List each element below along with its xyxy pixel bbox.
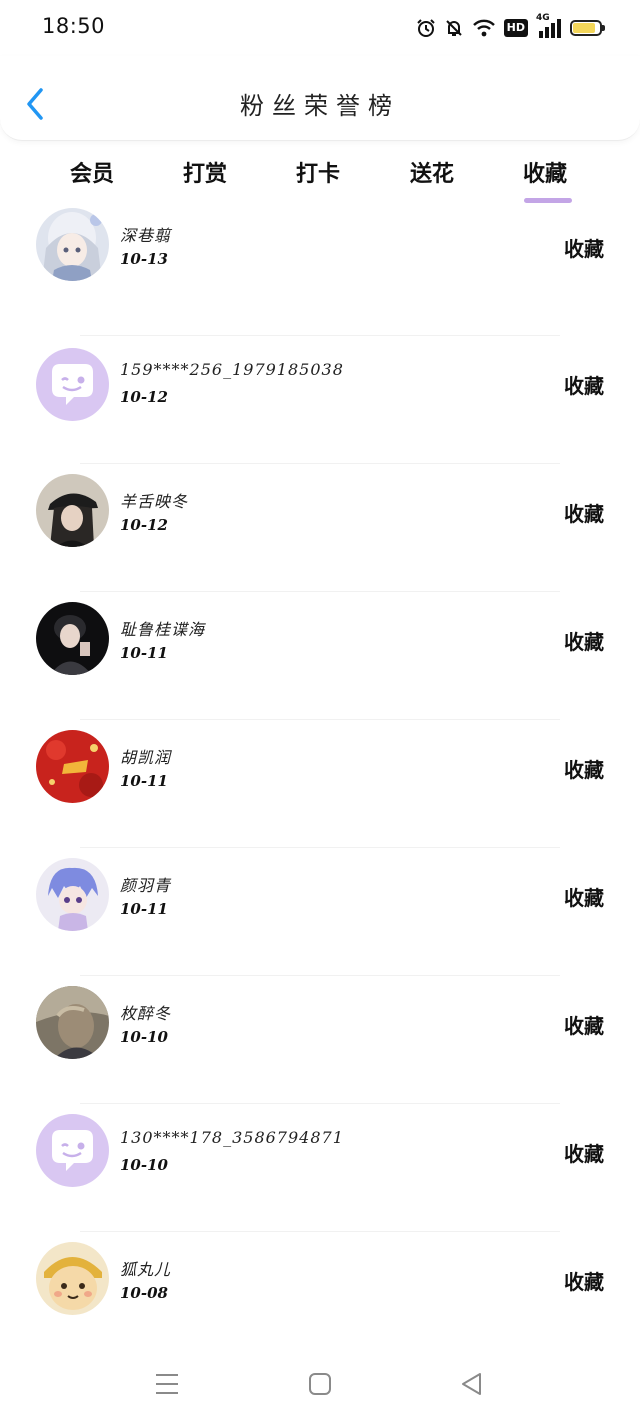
list-item[interactable]: 耻鲁桂谍海 10-11 收藏 [0,592,640,720]
tab-checkin[interactable]: 打卡 [278,156,358,188]
wifi-icon [472,18,496,38]
favorite-action-label: 收藏 [564,630,604,654]
signal-4g-icon: 4G [536,13,562,39]
status-time: 18:50 [42,14,106,38]
battery-fill [573,23,596,33]
tab-label: 送花 [409,161,454,187]
status-icons: HD 4G [416,13,605,40]
user-name: 耻鲁桂谍海 [120,620,206,639]
page-title: 粉丝荣誉榜 [240,92,400,120]
favorite-action-label: 收藏 [564,886,604,910]
back-triangle-icon [462,1373,481,1395]
list-item[interactable]: 狐丸儿 10-08 收藏 [0,1232,640,1360]
anime-girl-avatar [36,208,109,281]
user-date: 10-12 [120,388,168,406]
favorite-action-label: 收藏 [564,758,604,782]
hd-icon: HD [503,19,528,37]
user-date: 10-11 [120,772,168,790]
user-name: 颜羽青 [120,876,172,895]
home-square-icon [309,1373,331,1395]
user-name: 159****256_1979185038 [120,360,344,379]
favorite-action-label: 收藏 [564,1142,604,1166]
user-date: 10-10 [120,1028,168,1046]
favorite-action-label: 收藏 [564,502,604,526]
favorite-action-label: 收藏 [564,374,604,398]
bell-muted-icon [444,18,464,38]
status-bar: 18:50 HD 4G [0,0,640,56]
default-chat-avatar [36,348,109,421]
alarm-icon [416,18,436,38]
user-name: 130****178_3586794871 [120,1128,344,1147]
user-date: 10-11 [120,900,168,918]
tab-label: 打赏 [182,161,227,187]
tab-label: 收藏 [522,161,567,187]
header-bar: 粉丝荣誉榜 [0,56,640,141]
cartoon-face-avatar [36,1242,109,1315]
user-name: 枚醉冬 [120,1004,172,1023]
user-name: 深巷翦 [120,226,172,245]
user-name: 胡凯润 [120,748,172,767]
active-tab-indicator [524,198,572,203]
list-item[interactable]: 颜羽青 10-11 收藏 [0,848,640,976]
tab-rewards[interactable]: 打赏 [165,156,245,188]
system-nav-bar [0,1350,640,1422]
favorite-action-label: 收藏 [564,1014,604,1038]
user-name: 羊舌映冬 [120,492,189,511]
list-item[interactable]: 130****178_3586794871 10-10 收藏 [0,1104,640,1232]
tab-members[interactable]: 会员 [52,156,132,188]
list-item[interactable]: 枚醉冬 10-10 收藏 [0,976,640,1104]
favorite-action-label: 收藏 [564,1270,604,1294]
default-chat-avatar [36,1114,109,1187]
user-date: 10-12 [120,516,168,534]
battery-icon [570,20,605,36]
tab-bar: 会员 打赏 打卡 送花 收藏 [0,150,640,210]
user-date: 10-13 [120,250,168,268]
tab-label: 打卡 [295,161,340,187]
anime-chibi-avatar [36,858,109,931]
menu-icon [156,1374,178,1394]
favorite-action-label: 收藏 [564,237,604,261]
tab-label: 会员 [69,161,114,187]
menu-button[interactable] [147,1368,187,1400]
photo-avatar [36,602,109,675]
user-date: 10-08 [120,1284,168,1302]
network-type-label: 4G [536,13,550,23]
list-item[interactable]: 159****256_1979185038 10-12 收藏 [0,336,640,464]
user-date: 10-10 [120,1156,168,1174]
tab-flowers[interactable]: 送花 [392,156,472,188]
user-date: 10-11 [120,644,168,662]
tab-favorites[interactable]: 收藏 [505,156,585,203]
list-item[interactable]: 羊舌映冬 10-12 收藏 [0,464,640,592]
home-button[interactable] [300,1368,340,1400]
user-name: 狐丸儿 [120,1260,172,1279]
list-item[interactable]: 深巷翦 10-13 收藏 [0,208,640,336]
photo-avatar [36,986,109,1059]
back-nav-button[interactable] [452,1368,492,1400]
list-item[interactable]: 胡凯润 10-11 收藏 [0,720,640,848]
photo-avatar [36,474,109,547]
red-pattern-avatar [36,730,109,803]
